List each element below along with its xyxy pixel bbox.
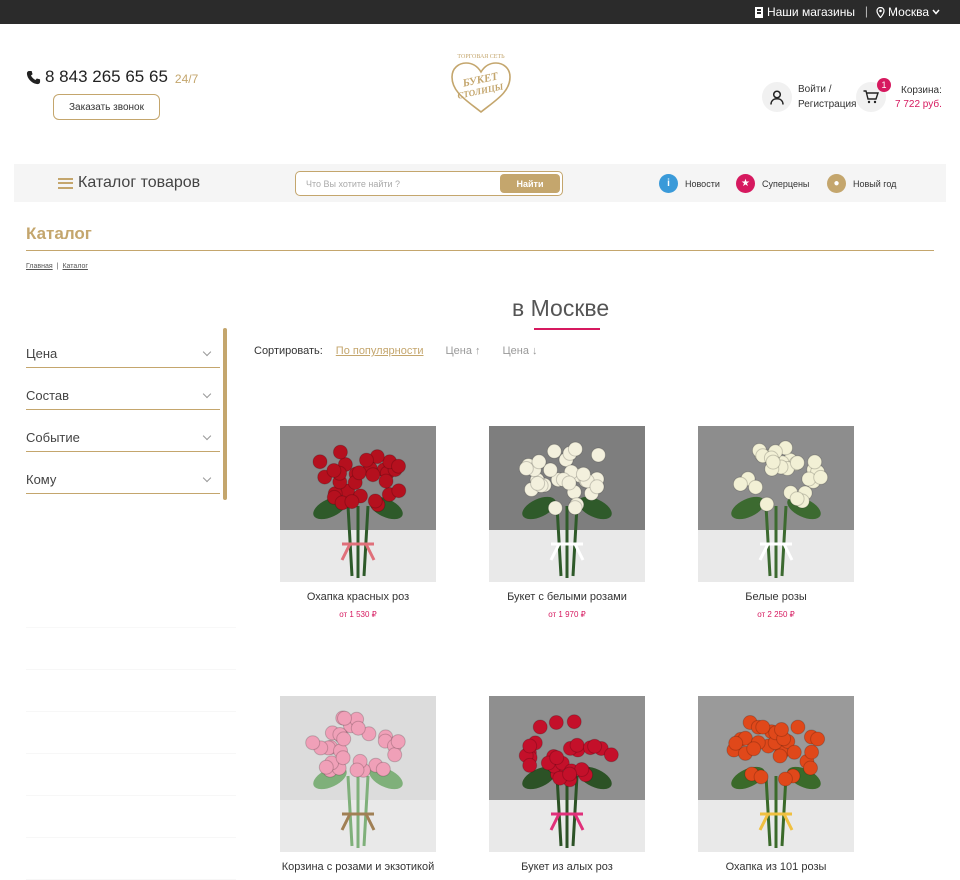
filter-event-label: Событие xyxy=(26,430,80,445)
product-card[interactable]: Букет из алых роз xyxy=(477,696,657,880)
product-photo[interactable] xyxy=(280,426,436,582)
product-photo[interactable] xyxy=(489,426,645,582)
site-logo[interactable]: ТОРГОВАЯ СЕТЬ БУКЕТ СТОЛИЦЫ xyxy=(446,50,516,116)
login-register-link[interactable]: Войти / Регистрация xyxy=(798,82,856,112)
login-label: Войти / xyxy=(798,84,832,95)
breadcrumb-separator: | xyxy=(56,263,59,270)
product-card[interactable]: Букет с белыми розами от 1 970 ₽ xyxy=(477,426,657,619)
cart-summary[interactable]: Корзина: 7 722 руб. xyxy=(895,84,942,112)
bouquet-image xyxy=(698,426,854,582)
phone-icon xyxy=(26,70,41,84)
product-photo[interactable] xyxy=(698,426,854,582)
faded-sidebar-shadow xyxy=(26,586,236,880)
filter-price[interactable]: Цена xyxy=(26,326,220,368)
bouquet-image xyxy=(280,696,436,852)
catalog-menu-label: Каталог товаров xyxy=(78,174,201,191)
product-photo[interactable] xyxy=(280,696,436,852)
sort-bar: Сортировать: По популярности Цена ↑ Цена… xyxy=(254,345,538,357)
bouquet-image xyxy=(698,696,854,852)
info-icon: i xyxy=(659,174,678,193)
logo-tagline: ТОРГОВАЯ СЕТЬ xyxy=(457,54,505,60)
login-block[interactable]: Войти / Регистрация xyxy=(762,82,856,112)
product-card[interactable]: Охапка красных роз от 1 530 ₽ xyxy=(268,426,448,619)
product-card[interactable]: Корзина с розами и экзотикой xyxy=(268,696,448,880)
topbar-separator: | xyxy=(864,4,868,18)
top-bar: Наши магазины | Москва xyxy=(0,0,960,24)
breadcrumb-catalog[interactable]: Каталог xyxy=(62,263,87,270)
filter-sidebar: Цена Состав Событие Кому xyxy=(26,326,220,494)
product-price: от 1 970 ₽ xyxy=(548,610,586,619)
user-icon xyxy=(770,89,784,105)
nav-link-news[interactable]: i Новости xyxy=(659,174,720,193)
nav-link-news-label: Новости xyxy=(685,178,720,189)
product-name[interactable]: Букет из алых роз xyxy=(477,860,657,874)
nav-link-superprices-label: Суперцены xyxy=(762,178,810,189)
filter-recipient[interactable]: Кому xyxy=(26,452,220,494)
chevron-down-icon xyxy=(202,389,212,398)
request-callback-button[interactable]: Заказать звонок xyxy=(53,94,160,120)
breadcrumb: Главная | Каталог xyxy=(26,263,88,270)
sort-popularity[interactable]: По популярности xyxy=(336,345,424,357)
user-button[interactable] xyxy=(762,82,792,112)
product-name[interactable]: Букет с белыми розами xyxy=(477,590,657,604)
sort-label: Сортировать: xyxy=(254,345,323,357)
cart-total: 7 722 руб. xyxy=(895,99,942,110)
city-heading-underline xyxy=(534,328,600,330)
our-stores-label: Наши магазины xyxy=(766,5,855,19)
register-label: Регистрация xyxy=(798,99,857,110)
chevron-down-icon xyxy=(202,431,212,440)
cart-label: Корзина: xyxy=(901,85,942,96)
city-heading: в Москве xyxy=(512,295,610,321)
product-name[interactable]: Белые розы xyxy=(686,590,866,604)
hamburger-icon xyxy=(58,177,73,189)
chevron-down-icon xyxy=(202,473,212,482)
cart-icon xyxy=(863,90,879,104)
product-photo[interactable] xyxy=(698,696,854,852)
product-price: от 2 250 ₽ xyxy=(757,610,795,619)
catalog-menu-button[interactable]: Каталог товаров xyxy=(58,174,200,192)
product-name[interactable]: Охапка из 101 розы xyxy=(686,860,866,874)
star-icon: ★ xyxy=(736,174,755,193)
nav-link-new-year[interactable]: ● Новый год xyxy=(827,174,896,193)
title-divider xyxy=(26,250,934,251)
chevron-down-icon xyxy=(932,9,940,15)
location-pin-icon xyxy=(876,6,885,18)
filter-composition[interactable]: Состав xyxy=(26,368,220,410)
cart-button[interactable]: 1 xyxy=(856,78,891,112)
page-title: Каталог xyxy=(26,224,92,243)
sort-price-asc[interactable]: Цена ↑ xyxy=(446,345,481,357)
filter-event[interactable]: Событие xyxy=(26,410,220,452)
product-card[interactable]: Охапка из 101 розы xyxy=(686,696,866,880)
product-name[interactable]: Корзина с розами и экзотикой xyxy=(268,860,448,874)
search-button[interactable]: Найти xyxy=(500,174,560,193)
bouquet-image xyxy=(489,696,645,852)
nav-link-superprices[interactable]: ★ Суперцены xyxy=(736,174,809,193)
filter-composition-label: Состав xyxy=(26,388,70,403)
chevron-down-icon xyxy=(202,347,212,356)
gift-icon: ● xyxy=(827,174,846,193)
nav-link-new-year-label: Новый год xyxy=(853,178,897,189)
main-navbar: Каталог товаров Найти i Новости ★ Суперц… xyxy=(14,164,946,202)
search-input[interactable] xyxy=(306,176,496,192)
product-name[interactable]: Охапка красных роз xyxy=(268,590,448,604)
product-price: от 1 530 ₽ xyxy=(339,610,377,619)
bouquet-image xyxy=(489,426,645,582)
filters-scrollbar[interactable] xyxy=(223,328,227,500)
city-selector[interactable]: Москва xyxy=(876,5,940,19)
search-box: Найти xyxy=(295,171,563,196)
store-icon xyxy=(754,6,763,18)
product-card[interactable]: Белые розы от 2 250 ₽ xyxy=(686,426,866,619)
city-label: Москва xyxy=(888,5,929,19)
bouquet-image xyxy=(280,426,436,582)
phone-hours: 24/7 xyxy=(174,71,199,86)
sort-price-desc[interactable]: Цена ↓ xyxy=(503,345,538,357)
cart-count-badge: 1 xyxy=(877,78,891,92)
phone-block[interactable]: 8 843 265 65 65 24/7 xyxy=(26,67,198,87)
filter-recipient-label: Кому xyxy=(26,472,57,487)
phone-number[interactable]: 8 843 265 65 65 xyxy=(45,67,168,87)
filter-price-label: Цена xyxy=(26,346,58,361)
product-photo[interactable] xyxy=(489,696,645,852)
breadcrumb-home[interactable]: Главная xyxy=(26,263,53,270)
our-stores-link[interactable]: Наши магазины xyxy=(754,5,855,19)
